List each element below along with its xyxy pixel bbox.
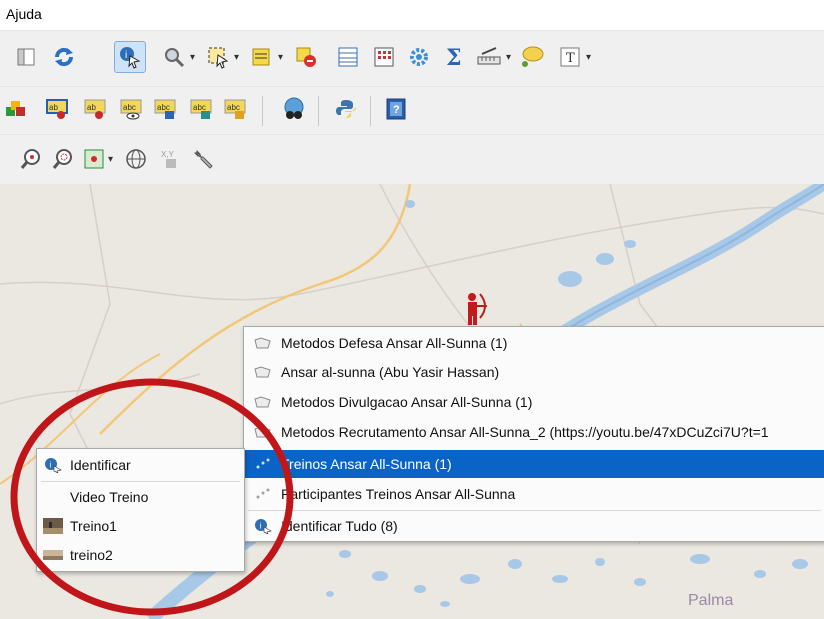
context-menu-item-label: Metodos Defesa Ansar All-Sunna (1) xyxy=(281,335,508,351)
svg-text:X,Y: X,Y xyxy=(161,150,175,159)
select-features-icon[interactable] xyxy=(204,43,232,71)
wrench-icon[interactable] xyxy=(190,145,218,173)
chevron-down-icon[interactable]: ▾ xyxy=(234,52,239,63)
context-menu-item-selected[interactable]: Treinos Ansar All-Sunna (1) xyxy=(245,450,824,478)
context-menu-item[interactable]: Participantes Treinos Ansar All-Sunna xyxy=(245,480,824,508)
zoom-full-icon[interactable] xyxy=(80,145,108,173)
python-icon[interactable] xyxy=(332,95,360,123)
action-treino2[interactable]: treino2 xyxy=(37,541,244,569)
action-treino1[interactable]: Treino1 xyxy=(37,512,244,540)
action-label: Video Treino xyxy=(70,489,149,505)
context-menu-item[interactable]: Metodos Defesa Ansar All-Sunna (1) xyxy=(245,329,824,357)
label-view-icon[interactable]: abc xyxy=(118,95,146,123)
action-label: Treino1 xyxy=(70,518,117,534)
globe-binoculars-icon[interactable] xyxy=(280,95,308,123)
text-annotation-icon[interactable]: T xyxy=(556,43,584,71)
toolbar-navigation: ▾ X,Y xyxy=(0,134,824,185)
context-menu-item-label: Metodos Divulgacao Ansar All-Sunna (1) xyxy=(281,394,533,410)
context-menu-item[interactable]: Ansar al-sunna (Abu Yasir Hassan) xyxy=(245,358,824,386)
context-menu-item[interactable]: Metodos Recrutamento Ansar All-Sunna_2 (… xyxy=(245,418,824,446)
identify-menu-item[interactable]: i Identificar xyxy=(37,451,244,479)
settings-gear-icon[interactable] xyxy=(405,43,433,71)
polygon-layer-icon xyxy=(253,395,273,409)
svg-text:ab: ab xyxy=(49,103,58,112)
attribute-table-icon[interactable] xyxy=(334,43,362,71)
svg-text:i: i xyxy=(260,522,262,531)
toolbar-attributes: i ▾ ▾ ▾ Σ ▾ T ▾ xyxy=(0,30,824,87)
context-menu-item-label: Participantes Treinos Ansar All-Sunna xyxy=(281,486,516,502)
toolbar-separator xyxy=(318,96,319,126)
context-menu-item-label: Treinos Ansar All-Sunna (1) xyxy=(281,456,452,472)
svg-text:i: i xyxy=(50,461,52,470)
photo-thumbnail-icon xyxy=(42,518,64,534)
context-menu-item-label: Metodos Recrutamento Ansar All-Sunna_2 (… xyxy=(281,424,769,440)
zoom-out-icon[interactable] xyxy=(50,145,78,173)
svg-text:T: T xyxy=(566,51,575,66)
open-table-icon[interactable] xyxy=(248,43,276,71)
label-move-icon[interactable]: abc xyxy=(152,95,180,123)
identify-context-menu: Metodos Defesa Ansar All-Sunna (1) Ansar… xyxy=(243,326,824,542)
chevron-down-icon[interactable]: ▾ xyxy=(278,52,283,63)
identify-label: Identificar xyxy=(70,457,131,473)
identify-all-label: Identificar Tudo (8) xyxy=(281,518,398,534)
identify-icon: i xyxy=(42,457,64,473)
svg-text:abc: abc xyxy=(193,103,206,112)
statistics-sum-icon[interactable]: Σ xyxy=(440,43,468,71)
polygon-layer-icon xyxy=(253,336,273,350)
label-pin-red-icon[interactable]: ab xyxy=(82,95,110,123)
photo-thumbnail-icon xyxy=(42,547,64,563)
polygon-layer-icon xyxy=(253,425,273,439)
label-rotate-icon[interactable]: abc xyxy=(188,95,216,123)
measure-line-icon[interactable] xyxy=(475,43,503,71)
chevron-down-icon[interactable]: ▾ xyxy=(108,154,113,165)
svg-text:?: ? xyxy=(393,104,400,116)
svg-text:abc: abc xyxy=(123,103,136,112)
map-tips-icon[interactable] xyxy=(518,43,546,71)
field-calculator-icon[interactable] xyxy=(370,43,398,71)
label-edit-icon[interactable]: abc xyxy=(222,95,250,123)
help-icon[interactable]: ? xyxy=(382,95,410,123)
chevron-down-icon[interactable]: ▾ xyxy=(190,52,195,63)
zoom-in-icon[interactable] xyxy=(18,145,46,173)
action-video-treino[interactable]: Video Treino xyxy=(37,483,244,511)
toolbar-separator xyxy=(262,96,263,126)
point-layer-icon xyxy=(253,487,273,501)
deselect-icon[interactable] xyxy=(292,43,320,71)
svg-text:Σ: Σ xyxy=(446,45,462,69)
zoom-identify-icon[interactable] xyxy=(160,43,188,71)
menu-divider xyxy=(41,481,240,482)
toolbar-separator xyxy=(370,96,371,126)
place-label-palma: Palma xyxy=(688,592,734,609)
xy-coordinates-icon[interactable]: X,Y xyxy=(156,145,184,173)
polygon-layer-icon xyxy=(253,365,273,379)
feature-submenu: i Identificar Video Treino Treino1 trein… xyxy=(36,448,245,572)
globe-icon[interactable] xyxy=(122,145,150,173)
refresh-icon[interactable] xyxy=(50,43,78,71)
layer-styling-icon[interactable] xyxy=(2,95,30,123)
action-label: treino2 xyxy=(70,547,113,563)
menu-help[interactable]: Ajuda xyxy=(6,6,42,22)
panel-icon[interactable] xyxy=(12,43,40,71)
context-menu-item[interactable]: Metodos Divulgacao Ansar All-Sunna (1) xyxy=(245,388,824,416)
svg-text:ab: ab xyxy=(87,103,96,112)
identify-features-icon[interactable]: i xyxy=(114,41,146,73)
chevron-down-icon[interactable]: ▾ xyxy=(586,52,591,63)
svg-text:abc: abc xyxy=(227,103,240,112)
chevron-down-icon[interactable]: ▾ xyxy=(506,52,511,63)
menu-divider xyxy=(248,510,821,511)
svg-text:abc: abc xyxy=(157,103,170,112)
identify-icon: i xyxy=(253,519,273,534)
label-pin-icon[interactable]: ab xyxy=(44,95,72,123)
identify-all-menu-item[interactable]: i Identificar Tudo (8) xyxy=(245,512,824,540)
context-menu-item-label: Ansar al-sunna (Abu Yasir Hassan) xyxy=(281,364,500,380)
menu-bar: Ajuda xyxy=(0,0,824,30)
toolbar-labels: ab ab abc abc abc abc ? xyxy=(0,86,824,135)
point-layer-icon xyxy=(253,457,273,471)
archer-marker-icon[interactable] xyxy=(460,292,490,326)
svg-text:i: i xyxy=(125,50,127,61)
